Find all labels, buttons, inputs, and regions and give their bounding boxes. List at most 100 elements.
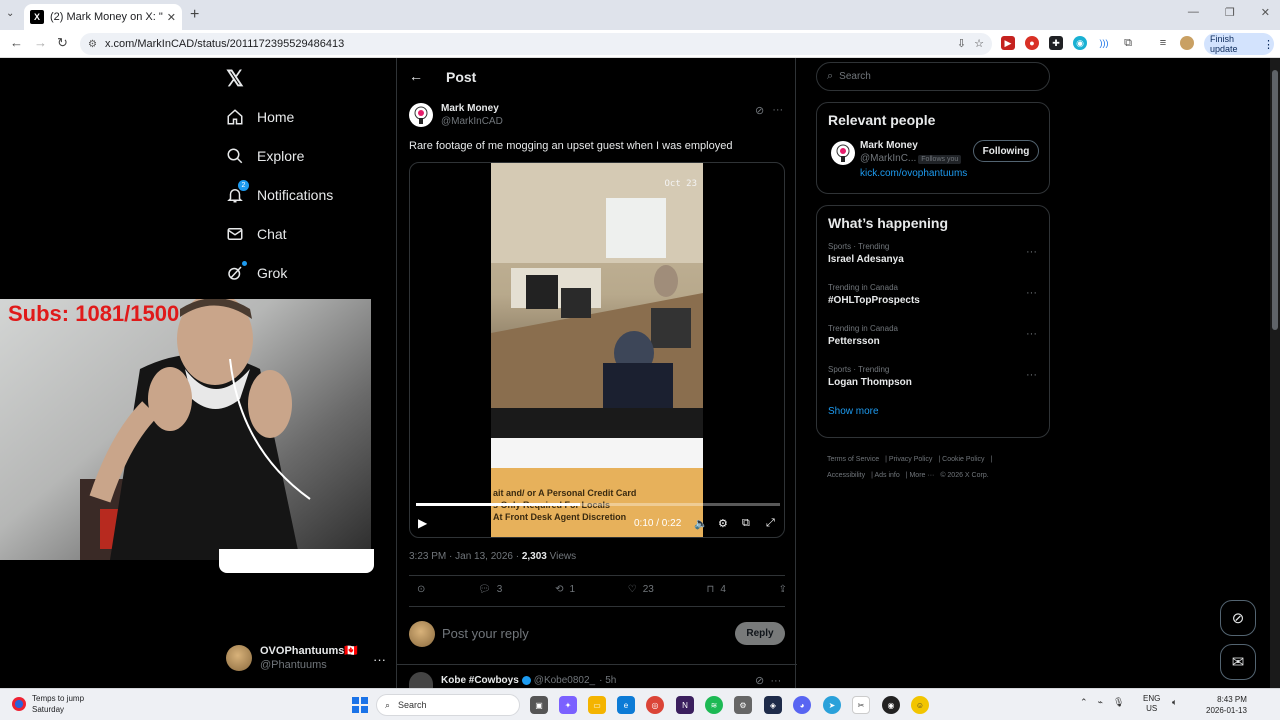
- more-dots-icon[interactable]: ···: [1026, 287, 1037, 299]
- reply-submit-button[interactable]: Reply: [735, 622, 785, 645]
- telegram-icon[interactable]: ➤: [823, 696, 841, 714]
- avatar[interactable]: [831, 141, 855, 165]
- play-icon[interactable]: ▶: [418, 516, 427, 530]
- network-icon[interactable]: ⌁: [1098, 697, 1103, 708]
- trend-item[interactable]: Sports · Trending Israel Adesanya ···: [817, 240, 1049, 281]
- tab-search-icon[interactable]: ⌄: [6, 8, 14, 19]
- footer-link[interactable]: Accessibility: [827, 472, 865, 479]
- reload-icon[interactable]: ↻: [57, 35, 68, 51]
- avatar[interactable]: [409, 103, 433, 127]
- extension-icon[interactable]: ✚: [1049, 36, 1063, 50]
- chevron-up-icon[interactable]: ⌃: [1080, 697, 1088, 708]
- close-tab-icon[interactable]: ✕: [167, 11, 176, 24]
- profile-avatar[interactable]: [1180, 36, 1194, 50]
- settings-gear-icon[interactable]: ⚙: [734, 696, 752, 714]
- trend-item[interactable]: Sports · Trending Logan Thompson ···: [817, 363, 1049, 404]
- relevant-person[interactable]: Mark Money @MarkInC... Follows you kick.c…: [817, 137, 1049, 187]
- discord-icon[interactable]: ◕: [793, 696, 811, 714]
- nav-home[interactable]: Home: [226, 108, 294, 126]
- app-icon[interactable]: ☺: [911, 696, 929, 714]
- obs-icon[interactable]: ◉: [882, 696, 900, 714]
- forward-icon[interactable]: →: [34, 35, 47, 50]
- edge-icon[interactable]: e: [617, 696, 635, 714]
- spotify-icon[interactable]: ≋: [705, 696, 723, 714]
- messages-float-button[interactable]: ✉: [1220, 644, 1256, 680]
- extension-icon[interactable]: ))): [1097, 36, 1111, 50]
- app-icon[interactable]: N: [676, 696, 694, 714]
- more-dots-icon[interactable]: ···: [373, 652, 386, 667]
- page-scrollbar[interactable]: [1270, 58, 1280, 688]
- more-dots-icon[interactable]: ···: [1026, 246, 1037, 258]
- search-input[interactable]: ⌕ Search: [816, 62, 1050, 91]
- share-button[interactable]: ⇪: [779, 584, 787, 595]
- menu-dots-icon[interactable]: ⋮: [1263, 38, 1274, 51]
- footer-link[interactable]: Terms of Service: [827, 456, 879, 463]
- reply-author-handle[interactable]: @Kobe0802_: [534, 675, 595, 686]
- reply-author-name[interactable]: Kobe #Cowboys: [441, 675, 519, 686]
- profile-link[interactable]: kick.com/ovophantuums: [860, 168, 967, 179]
- language-indicator[interactable]: ENG US: [1143, 694, 1160, 714]
- trend-item[interactable]: Trending in Canada Pettersson ···: [817, 322, 1049, 363]
- taskbar-clock[interactable]: 8:43 PM 2026-01-13: [1206, 694, 1247, 716]
- copilot-icon[interactable]: ✦: [559, 696, 577, 714]
- avatar[interactable]: [409, 672, 433, 688]
- extension-icon[interactable]: ●: [1025, 36, 1039, 50]
- bookmark-button[interactable]: ⊓ 4: [707, 584, 726, 595]
- task-view-icon[interactable]: ▣: [530, 696, 548, 714]
- x-logo-icon[interactable]: 𝕏: [226, 66, 244, 92]
- install-icon[interactable]: ⇩: [957, 37, 966, 50]
- footer-link[interactable]: Privacy Policy: [889, 456, 933, 463]
- video-player[interactable]: Oct 23 ait and/ or A Personal Credit Car…: [409, 162, 785, 538]
- show-more-link[interactable]: Show more: [817, 404, 1049, 431]
- start-button[interactable]: [352, 697, 368, 713]
- back-icon[interactable]: ←: [10, 35, 23, 50]
- file-explorer-icon[interactable]: ▭: [588, 696, 606, 714]
- author-handle[interactable]: @MarkInCAD: [441, 115, 503, 128]
- nav-explore[interactable]: Explore: [226, 147, 304, 165]
- footer-link[interactable]: Ads info: [874, 472, 899, 479]
- more-dots-icon[interactable]: ···: [772, 104, 783, 117]
- extension-icon[interactable]: ▶: [1001, 36, 1015, 50]
- snipping-tool-icon[interactable]: ✂: [852, 696, 870, 714]
- scrollbar-thumb[interactable]: [1272, 70, 1278, 330]
- post-timestamp[interactable]: 3:23 PM · Jan 13, 2026 ·: [409, 551, 522, 562]
- volume-icon[interactable]: 🔈: [694, 517, 708, 530]
- like-button[interactable]: ♡ 23: [628, 584, 654, 595]
- minimize-icon[interactable]: —: [1188, 6, 1199, 19]
- grok-icon[interactable]: ⊘ ···: [755, 674, 781, 687]
- new-tab-button[interactable]: +: [190, 6, 199, 24]
- account-switcher[interactable]: OVOPhantuums🇨🇦 @Phantuums ···: [226, 644, 386, 672]
- grok-icon[interactable]: ⊘: [755, 104, 764, 117]
- extension-icon[interactable]: ◉: [1073, 36, 1087, 50]
- back-arrow-icon[interactable]: ←: [409, 68, 423, 84]
- close-window-icon[interactable]: ✕: [1261, 6, 1270, 19]
- maximize-icon[interactable]: ❐: [1225, 6, 1235, 19]
- extensions-puzzle-icon[interactable]: ⧉: [1121, 36, 1135, 50]
- taskbar-search[interactable]: ⌕ Search: [376, 694, 520, 716]
- person-name[interactable]: Mark Money: [860, 140, 918, 151]
- view-play-button[interactable]: ⊙: [417, 584, 425, 595]
- post-author[interactable]: Mark Money @MarkInCAD: [409, 102, 503, 128]
- nav-chat[interactable]: Chat: [226, 225, 287, 243]
- reply-input[interactable]: Post your reply: [442, 626, 529, 641]
- author-name[interactable]: Mark Money: [441, 102, 503, 115]
- footer-link[interactable]: Cookie Policy: [942, 456, 984, 463]
- following-button[interactable]: Following: [973, 140, 1039, 162]
- weather-widget[interactable]: Temps to jump Saturday: [12, 693, 84, 715]
- address-bar[interactable]: ⚙ x.com/MarkInCAD/status/201117239552948…: [80, 33, 992, 55]
- grok-float-button[interactable]: ⊘: [1220, 600, 1256, 636]
- more-dots-icon[interactable]: ···: [1026, 369, 1037, 381]
- chrome-icon[interactable]: ◎: [646, 696, 664, 714]
- browser-tab-active[interactable]: X (2) Mark Money on X: "Rare foo ✕: [24, 4, 182, 30]
- bookmark-star-icon[interactable]: ☆: [974, 37, 984, 50]
- more-dots-icon[interactable]: ···: [1026, 328, 1037, 340]
- nav-grok[interactable]: Grok: [226, 261, 287, 282]
- site-info-icon[interactable]: ⚙: [88, 39, 97, 50]
- video-progress-bar[interactable]: [416, 503, 780, 506]
- repost-button[interactable]: ⟲ 1: [555, 584, 575, 595]
- nav-notifications[interactable]: 2 Notifications: [226, 180, 333, 204]
- footer-link[interactable]: More ···: [909, 472, 934, 479]
- speaker-icon[interactable]: 🔈︎: [1172, 697, 1177, 708]
- pip-icon[interactable]: ⧉: [742, 517, 750, 530]
- settings-gear-icon[interactable]: ⚙: [718, 517, 728, 530]
